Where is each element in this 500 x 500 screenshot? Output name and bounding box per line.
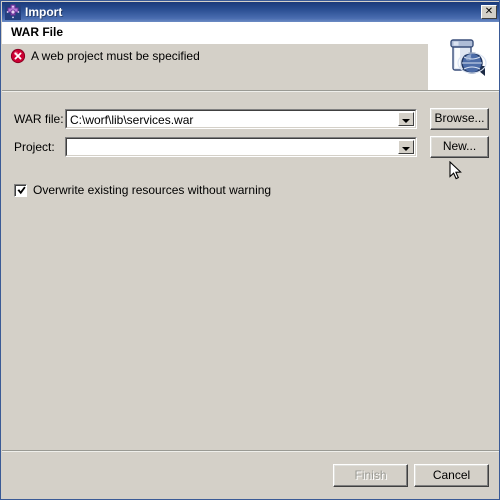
page-title: WAR File: [11, 25, 64, 39]
titlebar-left-group: Import: [2, 4, 481, 20]
close-icon[interactable]: ✕: [481, 5, 497, 19]
overwrite-checkbox[interactable]: [14, 183, 27, 197]
dialog-body: WAR file: C:\worf\lib\services.war Brows…: [2, 92, 499, 450]
browse-button[interactable]: Browse...: [430, 108, 489, 130]
dialog-footer: Finish Cancel: [2, 452, 499, 499]
header-banner-panel: [428, 22, 499, 90]
validation-message-text: A web project must be specified: [31, 49, 200, 63]
chevron-down-icon[interactable]: [398, 140, 414, 154]
validation-message-row: A web project must be specified: [10, 48, 200, 64]
warfile-input[interactable]: C:\worf\lib\services.war: [67, 111, 398, 127]
war-file-banner-icon: [441, 36, 489, 80]
chevron-down-icon[interactable]: [398, 112, 414, 126]
project-input[interactable]: [67, 139, 398, 155]
titlebar[interactable]: Import ✕: [2, 2, 499, 22]
window-title: Import: [25, 5, 63, 19]
overwrite-checkbox-label: Overwrite existing resources without war…: [33, 183, 272, 197]
cancel-button[interactable]: Cancel: [414, 464, 489, 487]
checkmark-icon: [17, 186, 26, 194]
overwrite-checkbox-row[interactable]: Overwrite existing resources without war…: [14, 183, 271, 197]
project-combo-inner: [66, 138, 416, 156]
warfile-combo[interactable]: C:\worf\lib\services.war: [65, 109, 417, 129]
header-title-band: WAR File: [2, 22, 429, 44]
dialog-header: WAR File A web project must be specified: [2, 22, 499, 90]
titlebar-buttons: ✕: [481, 5, 499, 19]
import-plugin-icon: [5, 4, 21, 20]
header-message-band: A web project must be specified: [2, 44, 429, 90]
finish-button: Finish: [333, 464, 408, 487]
import-dialog-window: Import ✕ WAR File A web project must be …: [0, 0, 500, 500]
warfile-label: WAR file:: [14, 112, 64, 126]
warfile-combo-inner: C:\worf\lib\services.war: [66, 110, 416, 128]
new-project-button[interactable]: New...: [430, 136, 489, 158]
error-icon: [10, 48, 26, 64]
project-label: Project:: [14, 140, 55, 154]
project-combo[interactable]: [65, 137, 417, 157]
